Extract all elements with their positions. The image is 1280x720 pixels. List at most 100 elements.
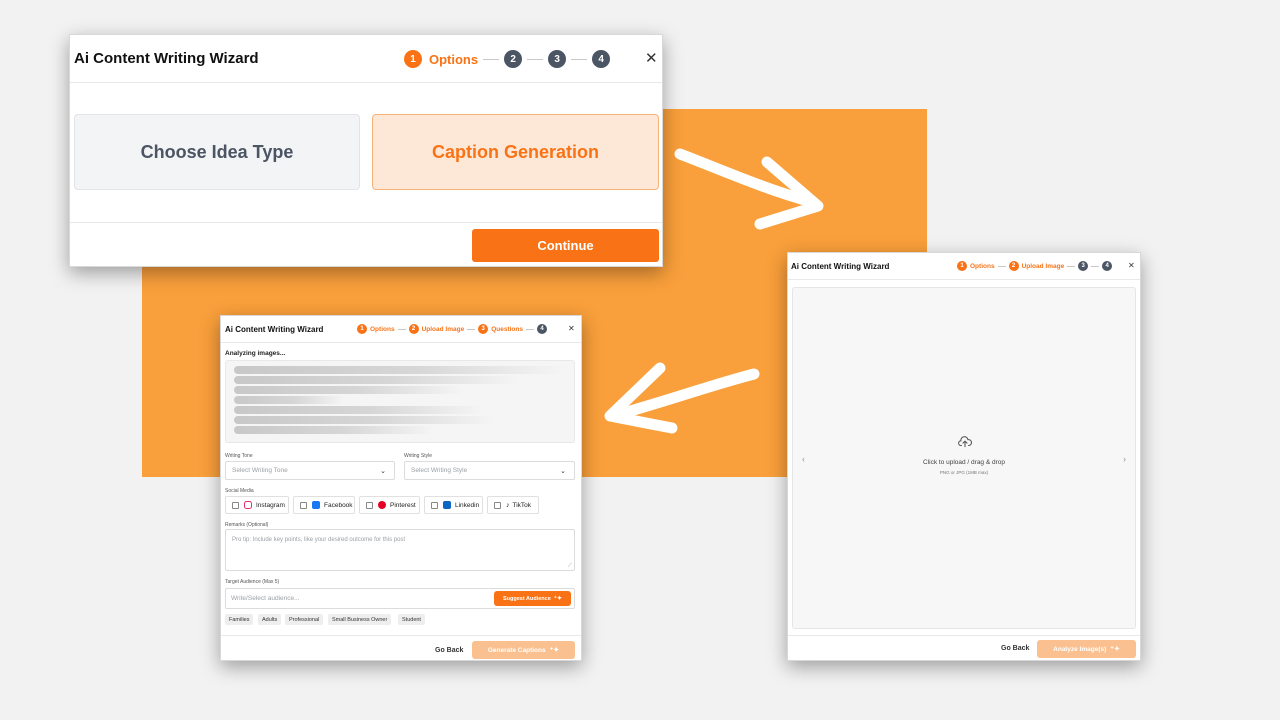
wizard-title: Ai Content Writing Wizard [74, 50, 259, 67]
target-audience-label: Target Audience (Max 5) [225, 579, 280, 585]
option-card-label: Choose Idea Type [140, 141, 294, 162]
skeleton-line [234, 366, 564, 374]
audience-tag-adults[interactable]: Adults [258, 614, 282, 625]
sparkle-icon: ⁺✦ [1110, 646, 1120, 653]
social-label: Instagram [256, 501, 285, 509]
step-1-label: Options [429, 51, 479, 67]
option-card-label: Caption Generation [431, 141, 599, 162]
step-3[interactable]: 3 [1078, 261, 1089, 271]
wizard-stepper: 1 Options 2 Upload Image 3 Questions 4 [357, 324, 547, 334]
generate-captions-button[interactable]: Generate Captions ⁺✦ [472, 641, 575, 659]
social-label: TikTok [512, 501, 532, 509]
step-3-number: 3 [548, 50, 567, 68]
social-label: Pinterest [390, 501, 416, 509]
skeleton-line [234, 396, 344, 404]
wizard-stepper: 1 Options 2 3 4 [404, 50, 611, 68]
go-back-button[interactable]: Go Back [435, 647, 463, 654]
writing-style-select[interactable]: Select Writing Style ⌄ [404, 461, 575, 480]
step-3-number: 3 [1078, 261, 1089, 271]
social-media-label: Social Media [225, 488, 254, 494]
social-option-facebook[interactable]: Facebook [293, 496, 355, 514]
audience-tag-professional[interactable]: Professional [285, 614, 324, 625]
step-2-number: 2 [1008, 261, 1019, 271]
step-4-number: 4 [536, 324, 547, 334]
step-3[interactable]: 3 [548, 50, 567, 68]
step-2[interactable]: 2 Upload Image [1008, 261, 1064, 271]
step-2[interactable]: 2 [504, 50, 523, 68]
wizard-panel-options: Ai Content Writing Wizard 1 Options 2 3 … [69, 34, 663, 267]
social-label: Facebook [324, 501, 353, 509]
remarks-textarea[interactable]: Pro tip: Include key points, like your d… [225, 529, 575, 571]
writing-style-value: Select Writing Style [411, 467, 468, 474]
pinterest-icon [378, 501, 386, 509]
social-option-instagram[interactable]: Instagram [225, 496, 289, 514]
option-card-caption-generation[interactable]: Caption Generation [372, 114, 659, 190]
upload-hint: PNG or JPG (1MB max) [939, 470, 989, 475]
writing-tone-value: Select Writing Tone [232, 467, 288, 474]
step-divider [467, 328, 476, 330]
social-option-linkedin[interactable]: Linkedin [424, 496, 483, 514]
step-4[interactable]: 4 [536, 324, 547, 334]
skeleton-line [234, 376, 519, 384]
go-back-button[interactable]: Go Back [1001, 645, 1029, 652]
footer-divider [788, 635, 1140, 636]
step-divider [483, 58, 500, 60]
instagram-icon [244, 501, 252, 509]
writing-style-label: Writing Style [404, 453, 432, 459]
checkbox[interactable] [300, 501, 307, 509]
step-divider [527, 58, 544, 60]
footer-divider [221, 635, 581, 636]
sparkle-icon: ⁺✦ [553, 596, 562, 602]
checkbox[interactable] [494, 501, 501, 509]
continue-button[interactable]: Continue [472, 229, 659, 262]
step-1[interactable]: 1 Options [404, 50, 478, 68]
wizard-panel-upload: Ai Content Writing Wizard 1 Options 2 Up… [787, 252, 1141, 661]
social-option-tiktok[interactable]: ♪ TikTok [487, 496, 539, 514]
step-3-number: 3 [478, 324, 489, 334]
step-2-number: 2 [504, 50, 523, 68]
checkbox[interactable] [431, 501, 438, 509]
checkbox[interactable] [366, 501, 373, 509]
option-card-choose-idea-type[interactable]: Choose Idea Type [74, 114, 360, 190]
checkbox[interactable] [232, 501, 239, 509]
step-1-label: Options [970, 262, 995, 270]
chevron-down-icon: ⌄ [380, 467, 386, 475]
step-1-number: 1 [957, 261, 967, 271]
suggest-audience-button[interactable]: Suggest Audience ⁺✦ [494, 591, 571, 606]
step-1-number: 1 [357, 324, 367, 334]
step-4[interactable]: 4 [1102, 261, 1113, 271]
step-divider [571, 58, 588, 60]
analysis-skeleton [225, 360, 575, 443]
audience-tag-small-business-owner[interactable]: Small Business Owner [328, 614, 392, 625]
step-divider [525, 328, 534, 330]
step-divider [1091, 265, 1100, 267]
arrow-left-icon [604, 362, 760, 434]
upload-instruction: Click to upload / drag & drop [922, 459, 1006, 466]
wizard-stepper: 1 Options 2 Upload Image 3 4 [957, 261, 1113, 271]
analyze-images-button[interactable]: Analyze Image(s) ⁺✦ [1037, 640, 1136, 658]
upload-dropzone[interactable]: ‹ › Click to upload / drag & drop PNG or… [792, 287, 1136, 629]
social-option-pinterest[interactable]: Pinterest [359, 496, 420, 514]
close-icon[interactable]: ✕ [1128, 261, 1135, 270]
close-icon[interactable]: ✕ [645, 49, 658, 67]
skeleton-line [234, 406, 484, 414]
analyzing-status: Analyzing images... [225, 350, 286, 357]
upload-cloud-icon [958, 436, 972, 448]
wizard-title: Ai Content Writing Wizard [791, 261, 890, 271]
writing-tone-select[interactable]: Select Writing Tone ⌄ [225, 461, 395, 480]
step-4[interactable]: 4 [592, 50, 611, 68]
resize-handle-icon[interactable]: ⟋ [568, 563, 572, 570]
step-3-label: Questions [491, 325, 523, 333]
close-icon[interactable]: ✕ [568, 324, 575, 333]
audience-tag-families[interactable]: Families [225, 614, 254, 625]
step-2[interactable]: 2 Upload Image [408, 324, 464, 334]
step-divider [397, 328, 406, 330]
step-divider [997, 265, 1006, 267]
step-1-label: Options [370, 325, 395, 333]
step-3[interactable]: 3 Questions [478, 324, 523, 334]
step-1[interactable]: 1 Options [957, 261, 995, 271]
step-1[interactable]: 1 Options [357, 324, 395, 334]
audience-placeholder: Write/Select audience... [231, 595, 300, 602]
step-2-number: 2 [408, 324, 419, 334]
audience-tag-student[interactable]: Student [398, 614, 425, 625]
